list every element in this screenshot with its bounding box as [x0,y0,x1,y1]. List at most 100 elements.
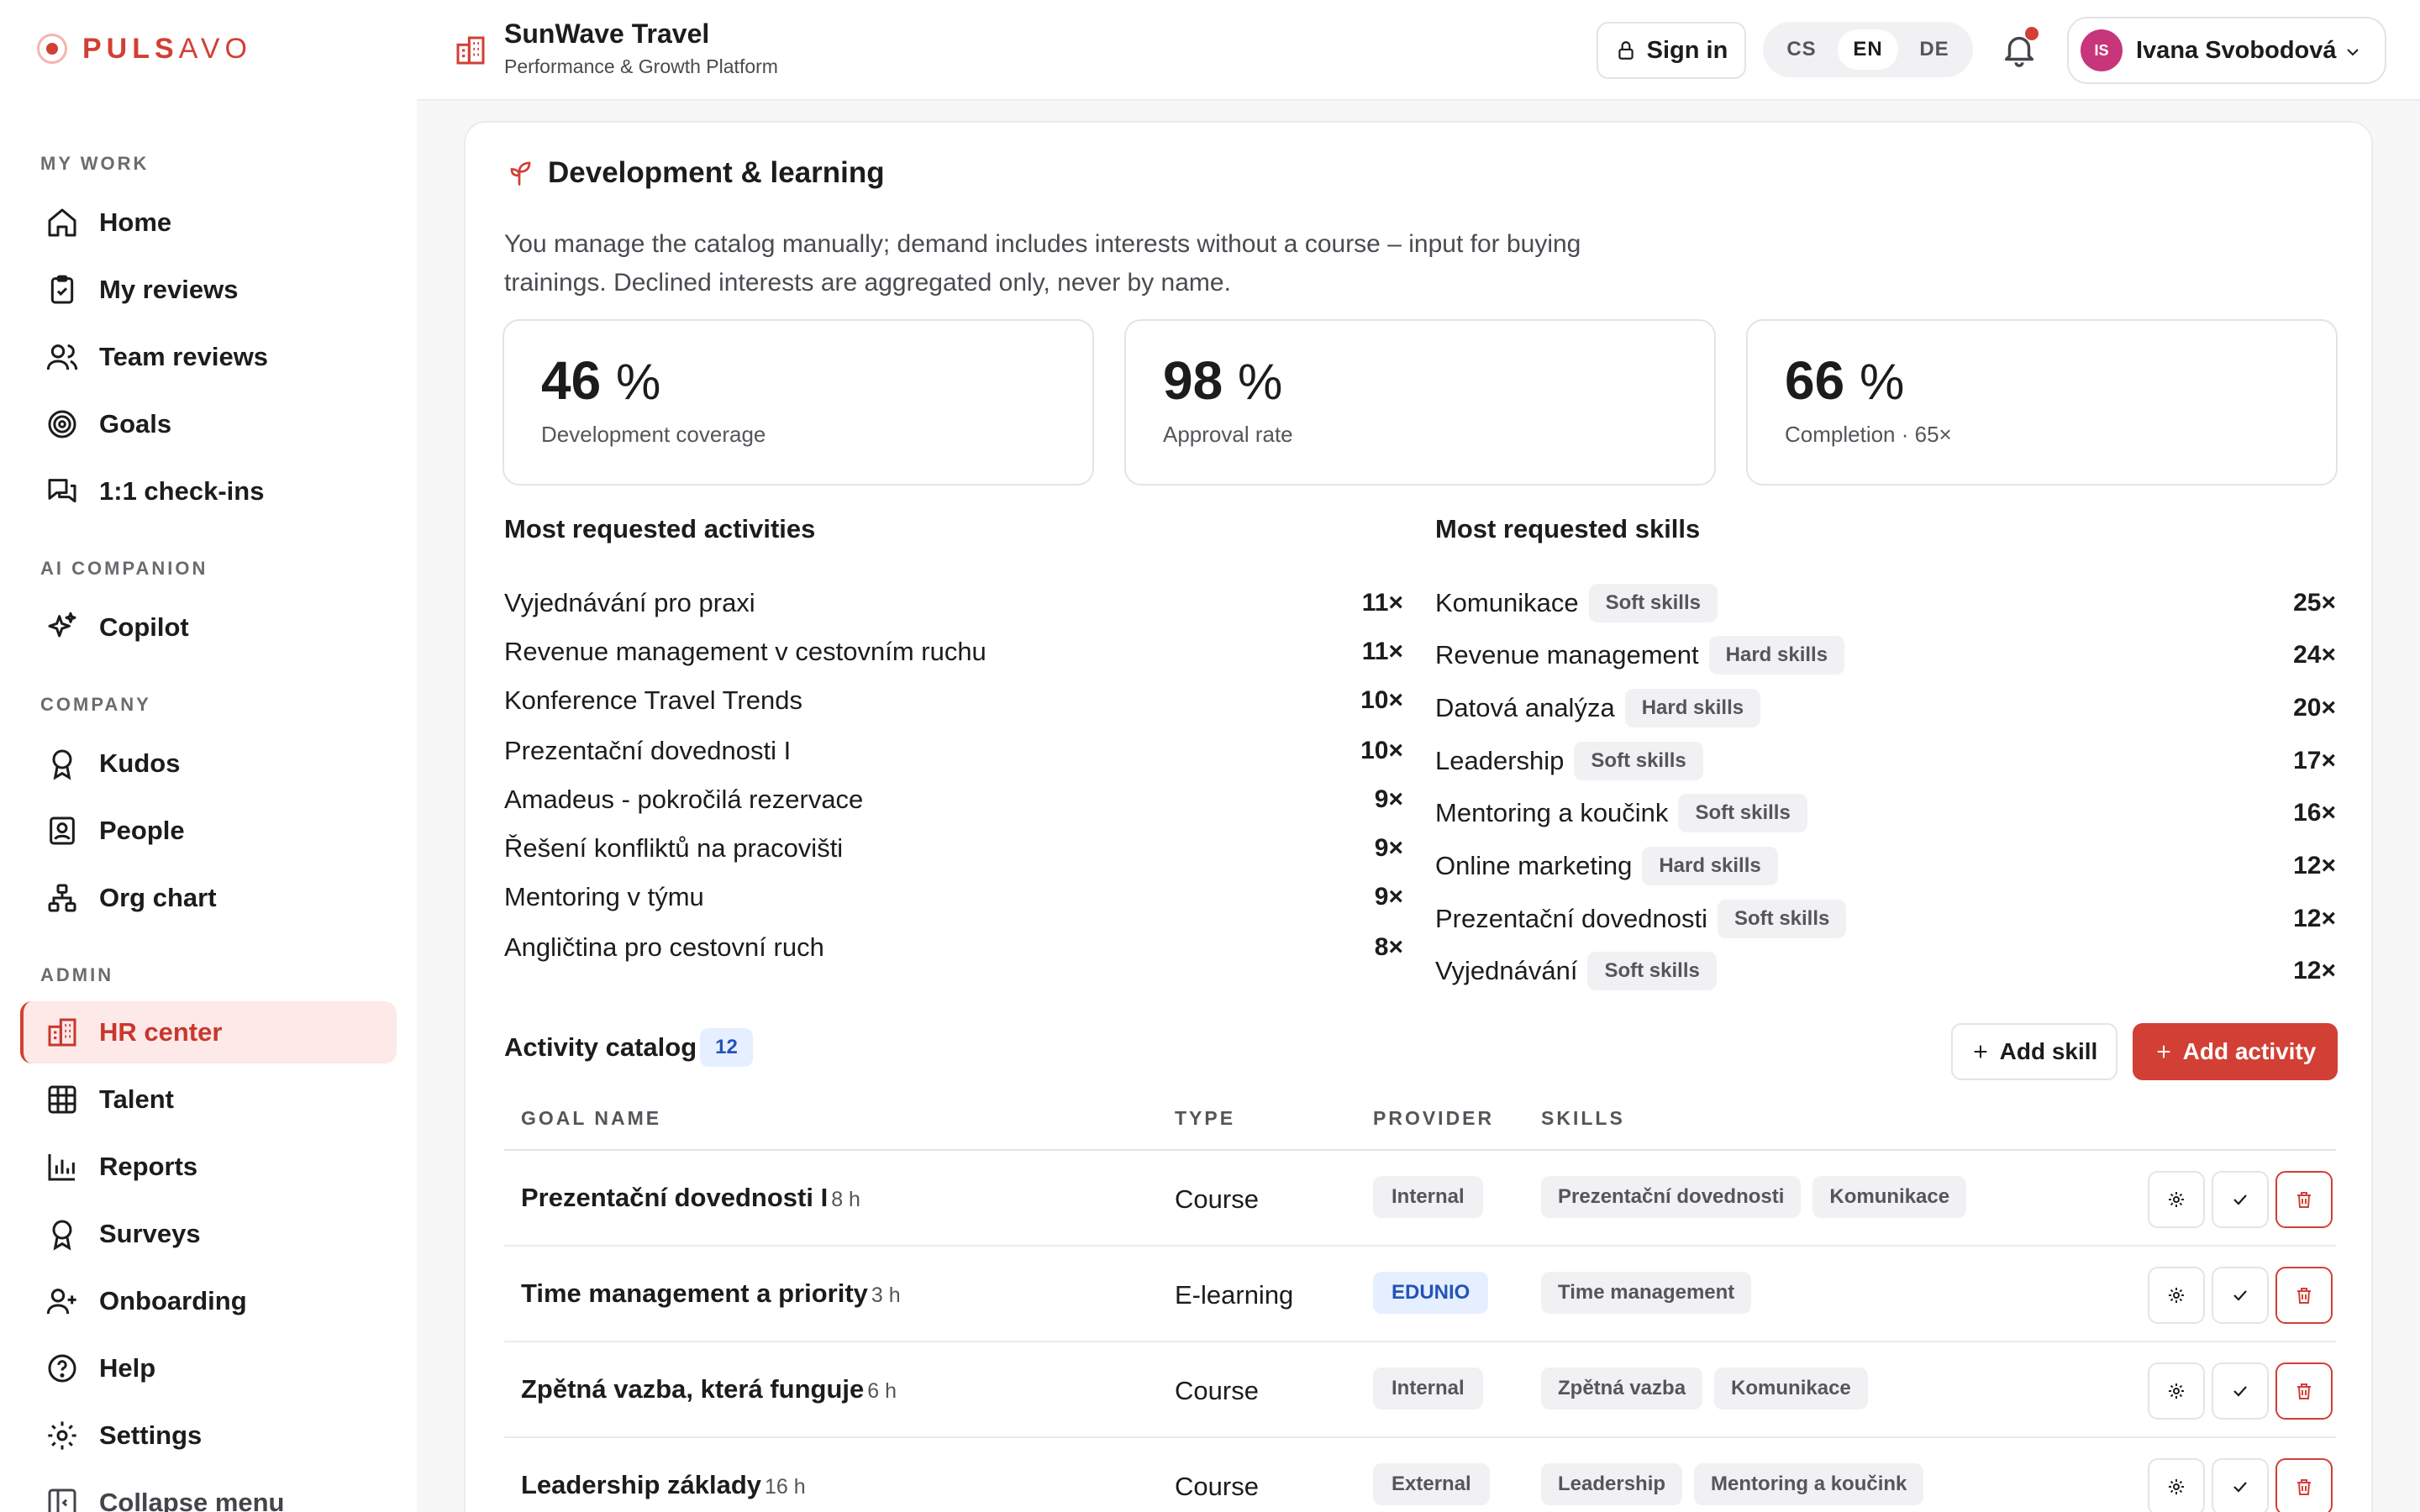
stat-unit: % [1237,354,1283,410]
sidebar-item-hr-center[interactable]: HR center [20,1001,397,1063]
gear-icon [48,1421,76,1450]
list-item: Revenue management Hard skills 24× [1435,636,2336,675]
approve-button[interactable] [2212,1458,2269,1512]
sidebar-item-home[interactable]: Home [20,192,397,254]
sidebar-item-people[interactable]: People [20,800,397,862]
sidebar-item-my-reviews[interactable]: My reviews [20,259,397,321]
stat-development-coverage: 46 % Development coverage [502,319,1094,486]
delete-button[interactable] [2275,1458,2333,1512]
skill-tags: Time management [1541,1272,1752,1314]
settings-button[interactable] [2148,1362,2205,1420]
sidebar-item-talent[interactable]: Talent [20,1068,397,1131]
contact-icon [50,816,75,845]
trash-icon [2297,1192,2311,1208]
section-ai-companion: AI COMPANION [40,558,208,579]
sprout-icon [510,161,531,186]
notification-dot [2025,27,2039,40]
add-skill-button[interactable]: Add skill [1951,1023,2118,1080]
lang-en[interactable]: EN [1838,29,1898,70]
sign-in-button[interactable]: Sign in [1597,22,1746,79]
help-circle-icon [48,1354,76,1383]
lang-cs[interactable]: CS [1771,29,1832,70]
gear-icon [2169,1192,2184,1207]
lock-icon [1618,41,1634,60]
award-icon [52,1220,72,1251]
sidebar-item-team-reviews[interactable]: Team reviews [20,326,397,388]
column-header-skills[interactable]: SKILLS [1541,1107,1625,1130]
table-row[interactable]: Zpětná vazba, která funguje 6 h Course In… [504,1342,2336,1438]
sidebar-item-surveys[interactable]: Surveys [20,1203,397,1265]
skill-type-tag: Soft skills [1587,952,1717,990]
skill-tag: Komunikace [1714,1368,1868,1410]
column-header-type[interactable]: TYPE [1175,1107,1235,1130]
user-plus-icon [46,1289,76,1315]
table-row[interactable]: Time management a priority 3 h E-learning… [504,1247,2336,1342]
skill-type-tag: Soft skills [1718,900,1847,938]
skill-tags: Leadership Mentoring a koučink [1541,1463,1924,1505]
user-menu[interactable]: IS Ivana Svobodová [2067,17,2386,84]
trash-icon [2297,1479,2311,1495]
language-switcher: CS EN DE [1763,22,1973,77]
column-header-goal-name[interactable]: GOAL NAME [521,1107,661,1130]
delete-button[interactable] [2275,1362,2333,1420]
lang-de[interactable]: DE [1904,29,1965,70]
sidebar-item-kudos[interactable]: Kudos [20,732,397,795]
list-item: Konference Travel Trends 10× [504,685,1403,715]
delete-button[interactable] [2275,1267,2333,1324]
check-icon [2233,1482,2247,1493]
settings-button[interactable] [2148,1458,2205,1512]
activity-name: Zpětná vazba, která funguje [521,1374,865,1404]
list-item: Mentoring v týmu 9× [504,882,1403,911]
stat-unit: % [615,354,661,410]
gear-icon [2169,1288,2184,1303]
activities-title: Most requested activities [504,514,816,543]
sidebar-item-copilot[interactable]: Copilot [20,596,397,659]
activity-type: Course [1175,1472,1259,1501]
approve-button[interactable] [2212,1267,2269,1324]
sidebar-item-reports[interactable]: Reports [20,1136,397,1198]
table-row[interactable]: Leadership základy 16 h Course External L… [504,1438,2336,1512]
target-icon [48,410,76,438]
sidebar-item-onboarding[interactable]: Onboarding [20,1270,397,1332]
table-row[interactable]: Prezentační dovednosti I8 h Course Inter… [504,1151,2336,1247]
column-header-provider[interactable]: PROVIDER [1373,1107,1494,1130]
list-item: Prezentační dovednosti Soft skills 12× [1435,900,2336,938]
settings-button[interactable] [2148,1171,2205,1228]
approve-button[interactable] [2212,1171,2269,1228]
sparkles-icon [48,612,76,638]
top-bar: SunWave Travel Performance & Growth Plat… [417,0,2420,101]
add-activity-button[interactable]: Add activity [2133,1023,2338,1080]
provider-badge: EDUNIO [1373,1272,1489,1314]
card-title: Development & learning [504,156,885,190]
plus-icon [1974,1045,1986,1058]
list-item: Vyjednávání Soft skills 12× [1435,952,2336,990]
settings-button[interactable] [2148,1267,2205,1324]
sidebar-item-settings[interactable]: Settings [20,1404,397,1467]
sidebar-item-org-chart[interactable]: Org chart [20,867,397,929]
list-item: Řešení konfliktů na pracovišti 9× [504,833,1403,863]
collapse-menu-button[interactable]: Collapse menu [20,1472,397,1512]
sidebar-item-help[interactable]: Help [20,1337,397,1399]
activity-name: Leadership základy [521,1470,762,1499]
skill-type-tag: Hard skills [1642,847,1778,885]
stat-label: Approval rate [1163,422,1293,447]
sidebar: PULSAVO MY WORK Home My reviews Team rev… [0,0,417,1512]
grid-icon [48,1085,76,1114]
skill-tag: Prezentační dovednosti [1541,1176,1802,1218]
sidebar-item-checkins[interactable]: 1:1 check-ins [20,460,397,522]
skill-tags: Zpětná vazba Komunikace [1541,1368,1868,1410]
activity-name: Prezentační dovednosti I [521,1183,829,1212]
brand-logo[interactable]: PULSAVO [37,30,252,67]
building-icon [48,1018,76,1047]
skill-tag: Zpětná vazba [1541,1368,1703,1410]
building-icon [456,36,485,65]
approve-button[interactable] [2212,1362,2269,1420]
skill-type-tag: Soft skills [1574,742,1703,780]
list-item: Mentoring a koučink Soft skills 16× [1435,794,2336,832]
skill-type-tag: Hard skills [1708,636,1845,675]
sidebar-item-goals[interactable]: Goals [20,393,397,455]
delete-button[interactable] [2275,1171,2333,1228]
list-item: Datová analýza Hard skills 20× [1435,689,2336,727]
skill-type-tag: Soft skills [1678,794,1807,832]
user-name: Ivana Svobodová [2136,36,2337,64]
